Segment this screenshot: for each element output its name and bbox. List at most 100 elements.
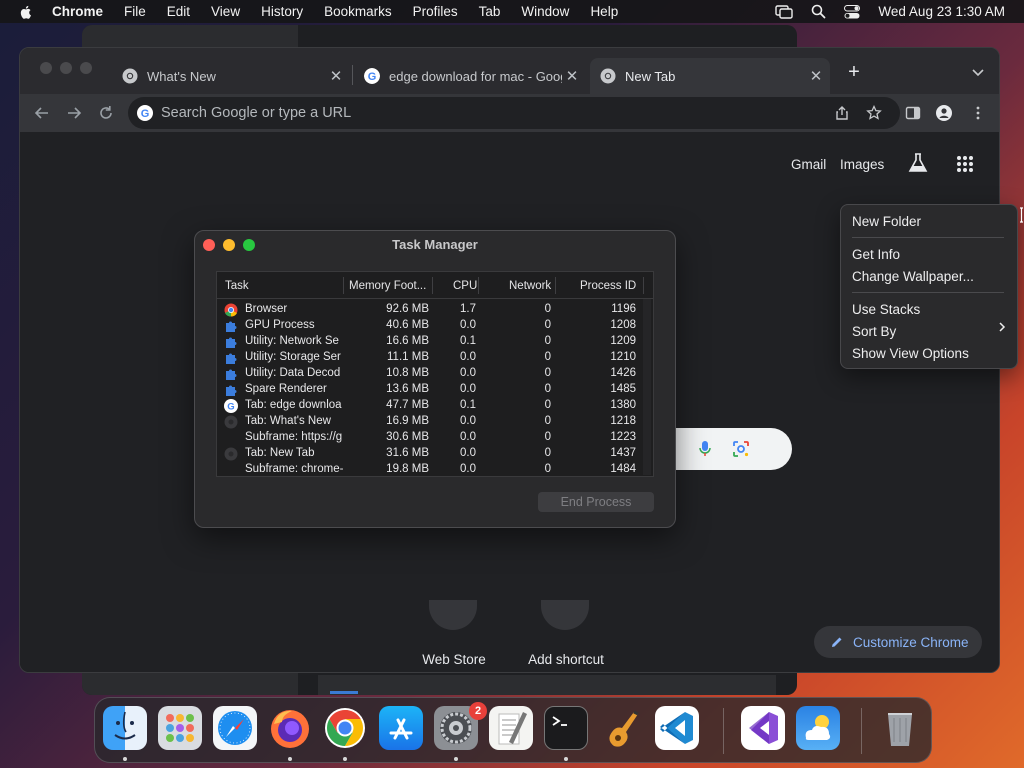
menu-file[interactable]: File <box>124 4 146 19</box>
firefox-icon[interactable] <box>268 706 312 750</box>
running-indicator <box>454 757 458 761</box>
table-row[interactable]: Browser 92.6 MB 1.7 0 1196 <box>217 302 643 318</box>
tab-search-chevron-icon[interactable] <box>970 64 986 80</box>
tab-close-icon[interactable]: ✕ <box>562 67 582 85</box>
network-value: 0 <box>544 463 551 475</box>
chrome-icon[interactable] <box>323 706 367 750</box>
cpu-value: 0.1 <box>460 335 476 347</box>
end-process-button[interactable]: End Process <box>538 492 654 512</box>
share-icon[interactable] <box>834 105 850 121</box>
window-zoom-button[interactable] <box>80 62 92 74</box>
screen-mirroring-icon[interactable] <box>775 4 794 19</box>
menubar-clock[interactable]: Wed Aug 23 1:30 AM <box>878 4 1005 19</box>
table-row[interactable]: GPU Process 40.6 MB 0.0 0 1208 <box>217 318 643 334</box>
desktop-context-menu: New Folder Get Info Change Wallpaper... … <box>840 204 1018 369</box>
chrome-menu-icon[interactable] <box>970 105 986 121</box>
column-network[interactable]: Network <box>509 280 551 292</box>
tab-edge-download[interactable]: G edge download for mac - Google Search … <box>354 58 586 94</box>
table-row[interactable]: Tab: What's New 16.9 MB 0.0 0 1218 <box>217 414 643 430</box>
table-row[interactable]: Subframe: https://g 30.6 MB 0.0 0 1223 <box>217 430 643 446</box>
shortcut-add-label[interactable]: Add shortcut <box>506 652 626 667</box>
profile-avatar-icon[interactable] <box>936 105 952 121</box>
table-row[interactable]: Spare Renderer 13.6 MB 0.0 0 1485 <box>217 382 643 398</box>
column-memory[interactable]: Memory Foot... <box>349 280 426 292</box>
menu-item-change-wallpaper[interactable]: Change Wallpaper... <box>852 268 974 286</box>
reload-icon[interactable] <box>96 103 116 123</box>
menu-item-get-info[interactable]: Get Info <box>852 246 900 264</box>
table-row[interactable]: Subframe: chrome- 19.8 MB 0.0 0 1484 <box>217 462 643 478</box>
back-arrow-icon[interactable] <box>32 103 52 123</box>
vscode-icon[interactable] <box>655 706 699 750</box>
extension-puzzle-icon <box>224 383 238 397</box>
menu-tab[interactable]: Tab <box>479 4 501 19</box>
menu-item-new-folder[interactable]: New Folder <box>852 213 921 231</box>
bookmark-star-icon[interactable] <box>866 105 882 121</box>
omnibox[interactable]: G <box>128 97 900 129</box>
textedit-icon[interactable] <box>489 706 533 750</box>
table-scrollbar[interactable] <box>643 299 651 475</box>
web-store-shortcut-icon[interactable] <box>429 600 477 630</box>
dock-separator <box>723 708 724 754</box>
garageband-icon[interactable] <box>600 706 644 750</box>
menu-view[interactable]: View <box>211 4 240 19</box>
weather-icon[interactable] <box>796 706 840 750</box>
control-center-icon[interactable] <box>844 4 861 19</box>
visual-studio-icon[interactable] <box>741 706 785 750</box>
menu-item-use-stacks[interactable]: Use Stacks <box>852 301 920 319</box>
images-link[interactable]: Images <box>840 157 884 172</box>
table-row[interactable]: Utility: Storage Ser 11.1 MB 0.0 0 1210 <box>217 350 643 366</box>
finder-icon[interactable] <box>103 706 147 750</box>
column-task[interactable]: Task <box>225 280 249 292</box>
table-row[interactable]: Utility: Network Se 16.6 MB 0.1 0 1209 <box>217 334 643 350</box>
process-id-value: 1484 <box>610 463 636 475</box>
google-search-box[interactable] <box>658 428 792 470</box>
task-name: Utility: Data Decod <box>245 367 341 379</box>
table-row[interactable]: Tab: New Tab 31.6 MB 0.0 0 1437 <box>217 446 643 462</box>
window-minimize-button[interactable] <box>60 62 72 74</box>
side-panel-icon[interactable] <box>905 105 921 121</box>
column-process-id[interactable]: Process ID <box>580 280 636 292</box>
launchpad-icon[interactable] <box>158 706 202 750</box>
task-manager-titlebar[interactable]: Task Manager <box>195 231 675 259</box>
task-manager-title: Task Manager <box>392 237 478 252</box>
trash-icon[interactable] <box>878 706 922 750</box>
menu-item-sort-by[interactable]: Sort By <box>852 323 896 341</box>
menu-item-show-view-options[interactable]: Show View Options <box>852 345 969 363</box>
menu-help[interactable]: Help <box>590 4 618 19</box>
process-id-value: 1208 <box>610 319 636 331</box>
add-shortcut-icon[interactable] <box>541 600 589 630</box>
menu-profiles[interactable]: Profiles <box>413 4 458 19</box>
tab-close-icon[interactable]: ✕ <box>806 67 826 85</box>
cpu-value: 0.0 <box>460 463 476 475</box>
menu-window[interactable]: Window <box>521 4 569 19</box>
app-store-icon[interactable] <box>379 706 423 750</box>
tab-whats-new[interactable]: What's New ✕ <box>112 58 350 94</box>
terminal-icon[interactable] <box>544 706 588 750</box>
shortcut-web-store-label[interactable]: Web Store <box>394 652 514 667</box>
customize-chrome-button[interactable]: Customize Chrome <box>814 626 982 658</box>
network-value: 0 <box>544 399 551 411</box>
column-cpu[interactable]: CPU <box>453 280 477 292</box>
new-tab-button[interactable]: + <box>842 61 866 85</box>
tab-separator <box>352 65 353 85</box>
forward-arrow-icon[interactable] <box>64 103 84 123</box>
menu-history[interactable]: History <box>261 4 303 19</box>
spotlight-search-icon[interactable] <box>811 4 826 19</box>
tab-close-icon[interactable]: ✕ <box>326 67 346 85</box>
google-lens-icon[interactable] <box>732 440 750 458</box>
omnibox-input[interactable] <box>161 105 801 121</box>
gmail-link[interactable]: Gmail <box>791 157 826 172</box>
safari-icon[interactable] <box>213 706 257 750</box>
google-apps-grid-icon[interactable] <box>956 155 974 173</box>
menu-chrome[interactable]: Chrome <box>52 4 103 19</box>
menu-bookmarks[interactable]: Bookmarks <box>324 4 392 19</box>
table-row[interactable]: G Tab: edge downloa 47.7 MB 0.1 0 1380 <box>217 398 643 414</box>
menu-edit[interactable]: Edit <box>167 4 190 19</box>
tab-new-tab[interactable]: New Tab ✕ <box>590 58 830 94</box>
table-row[interactable]: Utility: Data Decod 10.8 MB 0.0 0 1426 <box>217 366 643 382</box>
task-table: Task Memory Foot... CPU Network Process … <box>216 271 654 477</box>
apple-menu-icon[interactable] <box>18 4 34 20</box>
labs-flask-icon[interactable] <box>907 152 929 174</box>
window-close-button[interactable] <box>40 62 52 74</box>
voice-search-mic-icon[interactable] <box>698 440 712 458</box>
